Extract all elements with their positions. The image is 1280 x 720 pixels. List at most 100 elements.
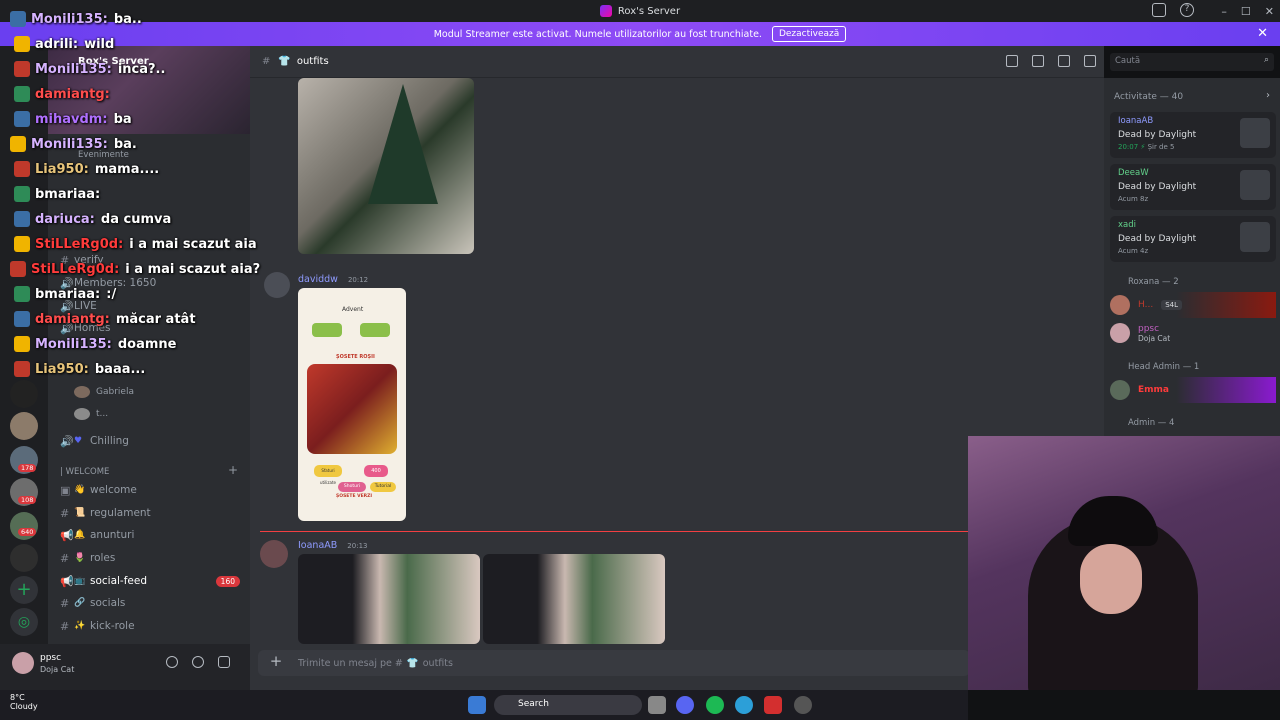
category-welcome[interactable]: | WELCOME (60, 467, 109, 477)
message-time: 20:13 (347, 542, 368, 550)
banner-text: Modul Streamer este activat. Numele util… (433, 28, 762, 40)
weather-widget[interactable]: 8°C Cloudy (10, 693, 38, 711)
role-header: Roxana — 2 (1128, 277, 1179, 287)
voice-channel-chilling[interactable]: 🔊 ♥ Chilling (60, 431, 240, 451)
channel-homes[interactable]: 🔊 Homes (60, 318, 240, 338)
phone-screenshot[interactable]: Advent ȘOSETE ROȘII Sfaturi utilizate 40… (298, 288, 406, 521)
maximize-button[interactable]: ☐ (1241, 5, 1251, 18)
avatar[interactable] (12, 652, 34, 674)
unread-count: 160 (215, 575, 240, 587)
composer-channel: outfits (422, 657, 453, 669)
streamer-mode-banner: Modul Streamer este activat. Numele util… (0, 22, 1280, 46)
socks-image (307, 364, 397, 454)
close-banner-icon[interactable]: ✕ (1257, 26, 1268, 41)
hash-icon: # (262, 56, 271, 67)
minimize-button[interactable]: – (1221, 5, 1227, 18)
next-icon (360, 323, 390, 337)
threads-icon[interactable] (1006, 55, 1018, 67)
screen: Rox's Server ? – ☐ ✕ Modul Streamer este… (0, 0, 1280, 720)
title-bar: Rox's Server ? – ☐ ✕ (0, 0, 1280, 22)
server-icon[interactable] (10, 380, 38, 408)
message-author[interactable]: daviddw 20:12 (298, 274, 368, 285)
image-attachment[interactable] (483, 554, 665, 644)
app-icon[interactable] (764, 696, 782, 714)
mute-icon[interactable] (1032, 55, 1044, 67)
server-name[interactable]: Rox's Server (78, 56, 149, 67)
file-explorer-icon[interactable] (648, 696, 666, 714)
channel-social-feed[interactable]: 📢 📺 social-feed 160 (60, 571, 240, 591)
channel-socials[interactable]: # 🔗 socials (60, 593, 240, 613)
search-input[interactable]: Caută ⌕ (1110, 53, 1274, 71)
channel-roles[interactable]: # 🌷 roles (60, 548, 240, 568)
channel-verify[interactable]: # verify (60, 250, 240, 270)
add-channel-icon[interactable]: + (228, 463, 238, 477)
member-item[interactable]: Emma (1110, 377, 1276, 403)
settings-gear-icon[interactable] (218, 656, 230, 668)
pin-icon[interactable] (1058, 55, 1070, 67)
cap-shape (1068, 496, 1158, 546)
webcam-overlay (968, 436, 1280, 690)
inbox-icon[interactable] (1152, 3, 1166, 17)
members-icon[interactable] (1084, 55, 1096, 67)
headphones-icon[interactable] (192, 656, 204, 668)
user-name: ppsc (40, 653, 62, 663)
channel-regulament[interactable]: # 📜 regulament (60, 503, 240, 523)
user-panel: ppsc Doja Cat (0, 644, 250, 690)
phone-button: Sfaturi utilizate (314, 465, 342, 485)
start-icon[interactable] (468, 696, 486, 714)
channel-members[interactable]: 🔊 Members: 1650 (60, 273, 240, 293)
obs-icon[interactable] (794, 696, 812, 714)
taskbar-search[interactable]: Search (494, 695, 642, 715)
activity-card[interactable]: DeeaW Dead by Daylight Acum 8z (1110, 164, 1276, 210)
avatar[interactable] (264, 272, 290, 298)
game-thumbnail-icon (1240, 222, 1270, 252)
app-logo-icon (599, 5, 612, 17)
events-label[interactable]: Evenimente (78, 150, 129, 160)
activity-card[interactable]: xadi Dead by Daylight Acum 4z (1110, 216, 1276, 262)
server-icon[interactable] (10, 412, 38, 440)
channel-anunturi[interactable]: 📢 🔔 anunturi (60, 525, 240, 545)
activity-title[interactable]: Activitate — 40 (1114, 92, 1183, 102)
game-thumbnail-icon (1240, 170, 1270, 200)
shirt-icon: 👕 (406, 657, 419, 669)
new-messages-divider (260, 531, 980, 532)
edge-icon[interactable] (735, 696, 753, 714)
help-icon[interactable]: ? (1180, 3, 1194, 17)
channel-kick-role[interactable]: # ✨ kick-role (60, 616, 240, 636)
message-author[interactable]: IoanaAB 20:13 (298, 540, 367, 551)
member-item[interactable]: H... S4L (1110, 292, 1276, 318)
microphone-icon[interactable] (166, 656, 178, 668)
role-header: Head Admin — 1 (1128, 362, 1200, 372)
disable-streamer-button[interactable]: Dezactivează (771, 26, 847, 42)
voice-user[interactable]: t... (74, 404, 254, 424)
add-server-icon[interactable]: + (10, 576, 38, 604)
game-thumbnail-icon (1240, 118, 1270, 148)
voice-user[interactable]: Gabriela (74, 382, 254, 402)
channel-title: outfits (296, 56, 329, 67)
badge: 108 (18, 496, 37, 504)
shirt-icon: 👕 (278, 56, 291, 67)
image-attachment[interactable] (298, 78, 474, 254)
message-composer[interactable]: + Trimite un mesaj pe # 👕 outfits (258, 650, 970, 676)
explore-icon[interactable]: ◎ (10, 608, 38, 636)
avatar[interactable] (260, 540, 288, 568)
chevron-right-icon[interactable]: › (1266, 90, 1270, 101)
phone-button: Tutorial (370, 482, 396, 492)
badge: 640 (18, 528, 37, 536)
activity-card[interactable]: IoanaAB Dead by Daylight 20:07 ⚡ Șir de … (1110, 112, 1276, 158)
user-status: Doja Cat (40, 665, 75, 674)
spotify-icon[interactable] (706, 696, 724, 714)
server-rail: 178 108 640 + ◎ (0, 46, 48, 690)
member-item[interactable]: ppsc Doja Cat (1110, 320, 1276, 346)
add-attachment-icon[interactable]: + (268, 653, 284, 669)
channel-welcome[interactable]: ▣ 👋 welcome (60, 480, 240, 500)
channel-live[interactable]: 🔊 LIVE (60, 296, 240, 316)
discord-icon[interactable] (676, 696, 694, 714)
channel-header: # 👕 outfits (250, 46, 1104, 78)
badge: 178 (18, 464, 37, 472)
close-window-button[interactable]: ✕ (1265, 5, 1274, 18)
composer-placeholder: Trimite un mesaj pe # (298, 657, 403, 669)
server-icon[interactable] (10, 544, 38, 572)
image-attachment[interactable] (298, 554, 480, 644)
phone-button: Shoturi (338, 482, 366, 492)
